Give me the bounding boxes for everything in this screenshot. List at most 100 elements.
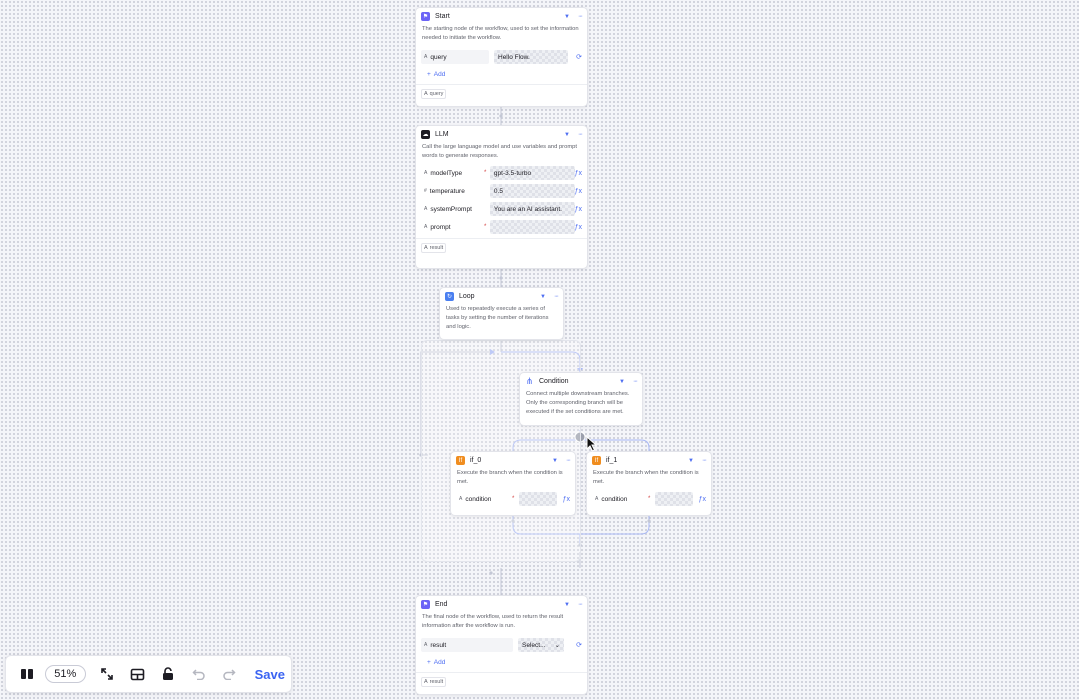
if-1-param-key: A condition [592,492,646,506]
more-icon[interactable]: ··· [578,131,583,138]
edge-handle [499,114,503,118]
more-icon[interactable]: ··· [578,13,583,20]
llm-param-value[interactable]: 0.5 [490,184,575,198]
undo-icon[interactable] [184,659,215,689]
more-icon[interactable]: ··· [554,293,559,300]
chevron-down-icon[interactable]: ▼ [540,294,546,300]
chevron-down-icon: ⌄ [554,642,560,649]
if-1-node-description: Execute the branch when the condition is… [593,470,699,485]
llm-param-key: A modelType [421,166,482,180]
if-0-node[interactable]: If if_0 ▼ ··· Execute the branch when th… [450,451,576,516]
add-param-button[interactable]: + Add [421,68,582,81]
variable-ref-icon[interactable]: ƒx [699,496,706,503]
plus-icon: + [427,71,431,78]
end-param-key-label: result [430,641,447,649]
condition-node[interactable]: ⋔ Condition ▼ ··· Connect multiple downs… [519,372,643,426]
variable-ref-icon[interactable]: ƒx [563,496,570,503]
add-param-label: Add [433,71,446,78]
more-icon[interactable]: ··· [633,378,638,385]
llm-output-chip: A result [421,243,447,253]
required-marker: * [648,496,651,502]
end-node[interactable]: ⚑ End ▼ ··· The final node of the workfl… [415,595,588,695]
text-type-icon: A [424,642,428,648]
add-param-button[interactable]: + Add [421,656,582,669]
chevron-down-icon[interactable]: ▼ [564,14,570,20]
more-icon[interactable]: ··· [566,457,571,464]
llm-param-value[interactable]: gpt-3.5-turbo [490,166,575,180]
start-node-header: ⚑ Start ▼ ··· [416,8,587,25]
chevron-down-icon[interactable]: ▼ [688,458,694,464]
text-type-icon: A [424,170,428,176]
chevron-down-icon[interactable]: ▼ [564,602,570,608]
mouse-cursor-icon [586,436,597,452]
chevron-down-icon[interactable]: ▼ [552,458,558,464]
llm-param-value[interactable]: You are an AI assistant. [490,202,575,216]
llm-node-title: LLM [435,131,449,138]
variable-ref-icon[interactable]: ƒx [575,188,582,195]
start-node[interactable]: ⚑ Start ▼ ··· The starting node of the w… [415,7,588,107]
lock-icon[interactable] [153,659,184,689]
number-type-icon: # [424,188,427,194]
add-param-label: Add [433,659,446,666]
end-output-label: result [429,679,444,685]
fit-view-icon[interactable] [92,659,123,689]
llm-param-value[interactable] [490,220,575,234]
edge-handle [489,571,493,575]
more-icon[interactable]: ··· [578,601,583,608]
start-param-key-label: query [430,53,447,61]
end-icon: ⚑ [421,600,430,609]
end-node-header: ⚑ End ▼ ··· [416,596,587,613]
if-icon: If [592,456,601,465]
variable-ref-icon[interactable]: ƒx [575,170,582,177]
loop-node[interactable]: ↻ Loop ▼ ··· Used to repeatedly execute … [439,287,564,340]
divider [416,238,587,239]
variable-ref-icon[interactable]: ⟳ [576,641,582,649]
condition-node-title: Condition [539,378,569,385]
start-output-chip: A query [421,89,447,99]
divider [416,84,587,85]
workflow-canvas[interactable]: ⚑ Start ▼ ··· The starting node of the w… [0,0,1079,700]
chevron-down-icon[interactable]: ▼ [564,132,570,138]
save-button[interactable]: Save [255,667,285,682]
if-1-node[interactable]: If if_1 ▼ ··· Execute the branch when th… [586,451,712,516]
llm-param-key: # temperature [421,184,482,198]
if-0-param-value[interactable] [519,492,557,506]
llm-param-key-label: systemPrompt [430,205,472,213]
redo-icon[interactable] [214,659,245,689]
start-output-label: query [429,91,444,97]
more-icon[interactable]: ··· [702,457,707,464]
loop-node-header: ↻ Loop ▼ ··· [440,288,563,305]
llm-param-key: A systemPrompt [421,202,482,216]
loop-node-title: Loop [459,293,475,300]
auto-layout-icon[interactable] [122,659,153,689]
variable-ref-icon[interactable]: ƒx [575,206,582,213]
if-0-node-header: If if_0 ▼ ··· [451,452,575,469]
end-node-title: End [435,601,448,608]
text-type-icon: A [424,206,428,212]
end-param-key[interactable]: A result [421,638,513,652]
zoom-level-input[interactable]: 51% [44,665,86,683]
variable-ref-icon[interactable]: ⟳ [576,53,582,61]
edge-handle [647,519,651,523]
minimap-icon[interactable] [12,659,43,689]
llm-param-key-label: prompt [430,223,451,231]
llm-node-header: ☁ LLM ▼ ··· [416,126,587,143]
if-1-node-header: If if_1 ▼ ··· [587,452,711,469]
text-type-icon: A [595,496,599,502]
end-param-select[interactable]: Select... ⌄ [518,638,564,652]
if-0-param-key: A condition [456,492,510,506]
text-type-icon: A [424,224,428,230]
variable-ref-icon[interactable]: ƒx [575,224,582,231]
if-1-param-value[interactable] [655,492,693,506]
llm-output-label: result [429,245,444,251]
edge-handle [499,276,503,280]
start-node-description: The starting node of the workflow, used … [422,26,579,41]
text-type-icon: A [424,679,428,685]
llm-node[interactable]: ☁ LLM ▼ ··· Call the large language mode… [415,125,588,269]
chevron-down-icon[interactable]: ▼ [619,379,625,385]
llm-node-description: Call the large language model and use va… [422,144,578,159]
start-param-key[interactable]: A query [421,50,489,64]
text-type-icon: A [424,91,428,97]
divider [416,672,587,673]
start-param-value[interactable]: Hello Flow. [494,50,568,64]
